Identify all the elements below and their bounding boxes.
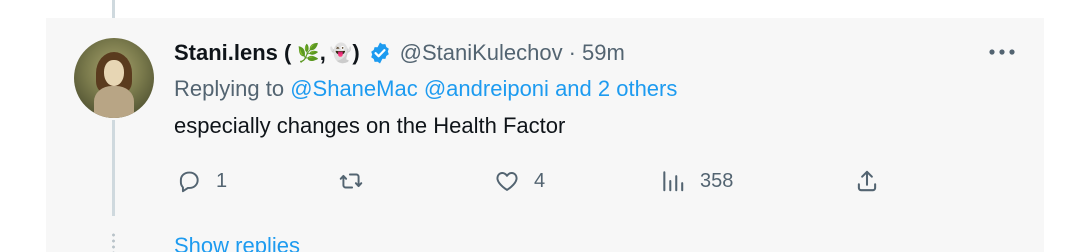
avatar-body — [94, 86, 134, 118]
share-upload-icon — [857, 170, 877, 192]
reply-target-shanemac[interactable]: @ShaneMac — [290, 76, 418, 101]
show-replies-link[interactable]: Show replies — [174, 233, 300, 252]
retweet-button[interactable] — [338, 166, 378, 196]
reply-count: 1 — [216, 169, 228, 192]
user-handle[interactable]: @StaniKulechov — [400, 40, 563, 66]
like-count: 4 — [534, 169, 546, 192]
replying-prefix: Replying to — [174, 76, 285, 101]
views-count: 358 — [700, 169, 734, 192]
reply-button[interactable]: 1 — [176, 166, 227, 196]
avatar[interactable] — [74, 38, 154, 118]
tweet-thread-view: Stani.lens ( 🌿 , 👻 ) @StaniKulechov · 59… — [0, 0, 1080, 252]
views-bar-chart-icon — [663, 171, 684, 192]
tweet-text: especially changes on the Health Factor — [174, 113, 566, 138]
ghost-emoji: 👻 — [329, 42, 353, 63]
tweet-timestamp[interactable]: 59m — [582, 40, 625, 66]
like-button[interactable]: 4 — [494, 166, 545, 196]
verified-badge-icon — [370, 42, 389, 64]
tweet-header: Stani.lens ( 🌿 , 👻 ) @StaniKulechov · 59… — [174, 39, 625, 67]
views-button[interactable]: 358 — [660, 166, 733, 196]
share-button[interactable] — [854, 166, 880, 196]
display-name[interactable]: Stani.lens ( — [174, 40, 291, 66]
header-separator: · — [568, 40, 576, 65]
more-options-button[interactable] — [986, 38, 1018, 66]
retweet-icon — [339, 173, 363, 189]
reply-bubble-icon — [179, 171, 199, 193]
thread-line-upper — [112, 0, 115, 18]
name-comma: , — [319, 40, 326, 65]
thread-line-lower — [112, 120, 115, 216]
avatar-face — [104, 60, 124, 86]
more-horizontal-icon — [989, 49, 1015, 55]
replying-to-line: Replying to @ShaneMac @andreiponi and 2 … — [174, 76, 677, 102]
heart-icon — [496, 172, 518, 191]
previous-tweet-area — [46, 0, 1044, 18]
thread-dots — [112, 232, 115, 252]
herb-emoji: 🌿 — [297, 42, 320, 63]
reply-target-andreiponi[interactable]: @andreiponi — [424, 76, 549, 101]
name-close-paren: ) — [352, 40, 360, 65]
reply-target-others[interactable]: and 2 others — [555, 76, 677, 101]
